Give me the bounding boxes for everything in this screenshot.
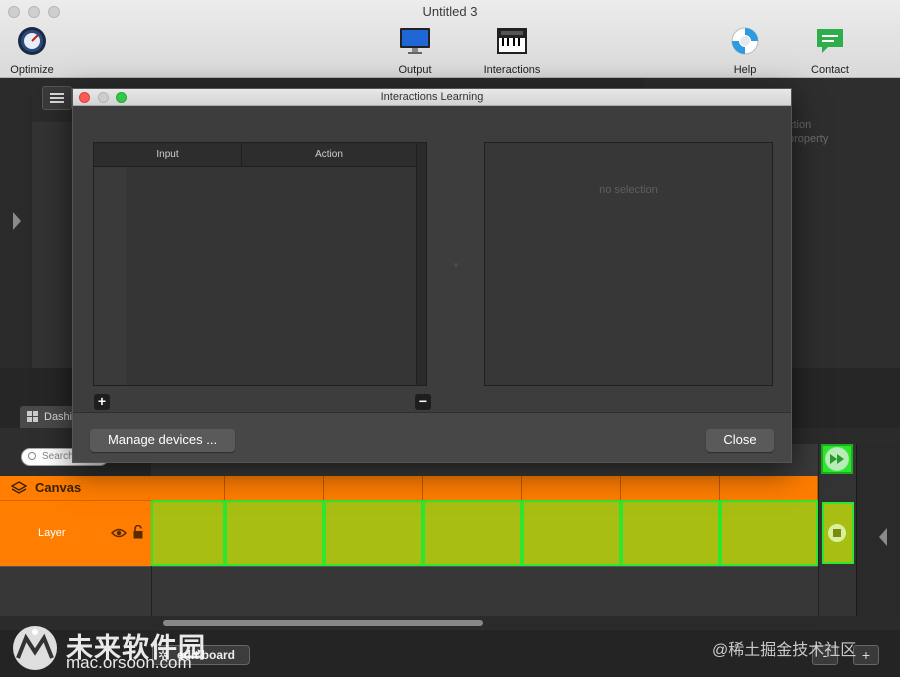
output-label: Output: [398, 64, 432, 76]
dashboard-grid-icon: [27, 411, 38, 422]
properties-hint-line-1: ction: [788, 119, 812, 131]
no-selection-placeholder: no selection: [599, 184, 658, 196]
add-column-button[interactable]: +: [853, 645, 879, 665]
contact-button[interactable]: Contact: [790, 26, 870, 76]
clip-slot[interactable]: [720, 500, 818, 566]
clip-slot[interactable]: [522, 500, 621, 566]
watermark-url: mac.orsoon.com: [66, 653, 192, 672]
table-column-divider: [242, 167, 243, 385]
horizontal-scrollbar-thumb[interactable]: [163, 620, 483, 626]
eye-icon[interactable]: [111, 528, 127, 538]
optimize-label: Optimize: [10, 64, 54, 76]
layer-row[interactable]: [0, 500, 151, 566]
keyboard-piano-icon: [497, 28, 527, 54]
lifebuoy-icon: [731, 27, 759, 55]
interactions-label: Interactions: [483, 64, 541, 76]
interactions-button[interactable]: Interactions: [472, 26, 552, 76]
watermark-credit: @稀土掘金技术社区: [712, 642, 857, 659]
canvas-cell[interactable]: [225, 476, 324, 500]
canvas-cell[interactable]: [522, 476, 621, 500]
optimize-button[interactable]: Optimize: [0, 26, 72, 76]
canvas-cell[interactable]: [720, 476, 818, 500]
canvas-cell[interactable]: [621, 476, 720, 500]
interactions-table[interactable]: Input Action: [93, 142, 427, 386]
expand-right-panel-icon[interactable]: [879, 528, 887, 546]
right-collapsed-panel: [856, 444, 900, 616]
table-scrollbar[interactable]: [416, 143, 426, 385]
window-title: Untitled 3: [422, 4, 478, 19]
canvas-label: Canvas: [35, 480, 82, 495]
hamburger-menu-button[interactable]: [42, 86, 72, 110]
table-column-shade: [94, 167, 126, 385]
interaction-detail-panel: no selection: [484, 142, 773, 386]
clip-slot[interactable]: [423, 500, 522, 566]
canvas-cell[interactable]: [324, 476, 423, 500]
fast-forward-icon: [825, 447, 849, 471]
add-interaction-button[interactable]: +: [94, 394, 110, 410]
dialog-titlebar: Interactions Learning: [73, 89, 791, 106]
clip-slot[interactable]: [621, 500, 720, 566]
interactions-learning-dialog: Interactions Learning Input Action + − n…: [72, 88, 792, 463]
layer-clip-row: [151, 500, 818, 566]
clip-slot[interactable]: [324, 500, 423, 566]
remove-interaction-button[interactable]: −: [415, 394, 431, 410]
empty-layer-area: [0, 566, 856, 616]
clip-slot[interactable]: [225, 500, 324, 566]
manage-devices-button[interactable]: Manage devices ...: [90, 429, 235, 452]
column-header-action[interactable]: Action: [242, 143, 416, 167]
table-header: Input Action: [94, 143, 416, 167]
unlock-icon[interactable]: [133, 525, 143, 539]
close-button[interactable]: Close: [706, 429, 774, 452]
stop-square-icon: [833, 529, 841, 537]
tab-dashboard-label: Dashi: [44, 411, 73, 423]
canvas-clip-row: [151, 476, 818, 500]
search-icon: [28, 452, 36, 460]
monitor-icon: [400, 28, 430, 54]
speedometer-icon: [18, 27, 46, 55]
watermark-logo-icon: [13, 626, 57, 670]
chat-bubble-icon: [817, 29, 843, 53]
window-toolbar: Untitled 3 Optimize Output Interactions …: [0, 0, 900, 78]
layers-icon: [11, 481, 27, 494]
search-placeholder: Search: [42, 451, 74, 462]
layer-label: Layer: [38, 527, 66, 539]
column-header-input[interactable]: Input: [94, 143, 242, 167]
divider: [151, 566, 152, 616]
output-button[interactable]: Output: [375, 26, 455, 76]
contact-label: Contact: [811, 64, 849, 76]
clip-slot[interactable]: [151, 500, 225, 566]
dialog-title: Interactions Learning: [380, 91, 484, 103]
dialog-body: Input Action + − no selection: [73, 106, 791, 412]
splitter-handle[interactable]: [454, 263, 458, 267]
properties-hint: ction property: [788, 118, 898, 146]
help-button[interactable]: Help: [705, 26, 785, 76]
canvas-cell[interactable]: [423, 476, 522, 500]
expand-left-panel-icon[interactable]: [13, 212, 21, 230]
canvas-cell[interactable]: [151, 476, 225, 500]
help-label: Help: [733, 64, 757, 76]
properties-hint-line-2: property: [788, 133, 829, 145]
